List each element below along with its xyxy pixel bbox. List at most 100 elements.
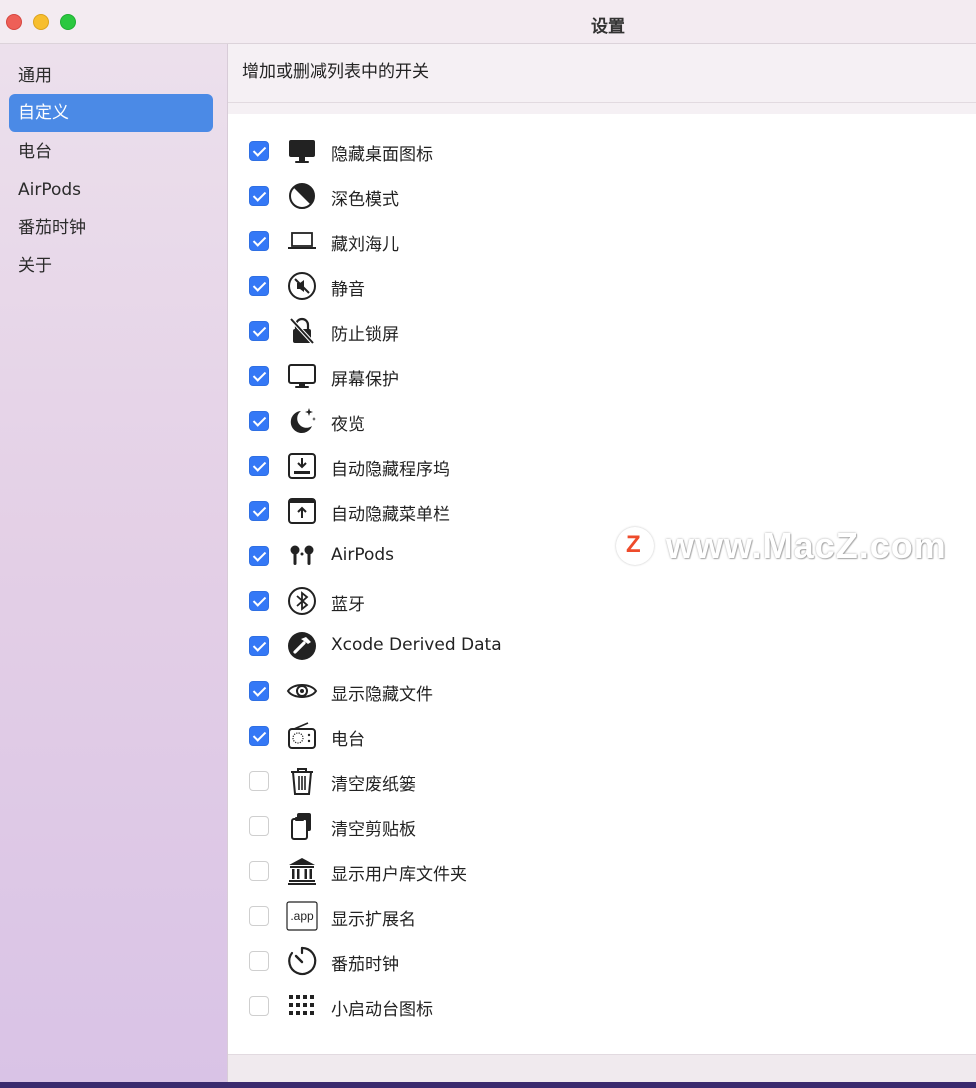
close-button[interactable] (6, 14, 22, 30)
item-checkbox[interactable] (249, 546, 269, 566)
sidebar-item-customize[interactable]: 自定义 (9, 94, 213, 132)
sidebar-item-general[interactable]: 通用 (9, 57, 213, 95)
item-checkbox[interactable] (249, 186, 269, 206)
lock-slash-icon (286, 315, 318, 347)
menubar-icon (286, 495, 318, 527)
settings-window: 设置 通用 自定义 电台 AirPods 番茄时钟 关于 增加或删减列表中的开关… (0, 0, 976, 1082)
zoom-button[interactable] (60, 14, 76, 30)
item-checkbox[interactable] (249, 366, 269, 386)
list-item: 屏幕保护 (228, 354, 976, 399)
item-label: 番茄时钟 (331, 955, 399, 975)
item-label: 蓝牙 (331, 595, 365, 615)
display-icon (286, 360, 318, 392)
list-item: 显示用户库文件夹 (228, 849, 976, 894)
library-icon (286, 855, 318, 887)
dock-icon (286, 450, 318, 482)
item-checkbox[interactable] (249, 231, 269, 251)
item-label: 电台 (331, 730, 365, 750)
list-item: 自动隐藏程序坞 (228, 444, 976, 489)
item-label: 静音 (331, 280, 365, 300)
item-checkbox[interactable] (249, 321, 269, 341)
item-checkbox[interactable] (249, 951, 269, 971)
item-checkbox[interactable] (249, 276, 269, 296)
list-item: 深色模式 (228, 174, 976, 219)
item-label: 深色模式 (331, 190, 399, 210)
list-item: 番茄时钟 (228, 939, 976, 984)
timer-icon (286, 945, 318, 977)
watermark-text: www.MacZ.com (666, 525, 947, 566)
list-item: 夜览 (228, 399, 976, 444)
item-checkbox[interactable] (249, 996, 269, 1016)
dark-mode-icon (286, 180, 318, 212)
desktop-icon (286, 135, 318, 167)
item-checkbox[interactable] (249, 141, 269, 161)
moon-stars-icon (286, 405, 318, 437)
app-extension-text: .app (290, 909, 314, 923)
mute-icon (286, 270, 318, 302)
app-extension-icon: .app (286, 900, 318, 932)
hammer-icon (286, 630, 318, 662)
window-title: 设置 (591, 17, 625, 37)
list-item: .app 显示扩展名 (228, 894, 976, 939)
eye-icon (286, 675, 318, 707)
toggle-list: 隐藏桌面图标 深色模式 藏刘海儿 静音 防止锁屏 屏幕保护 夜览 自动隐藏程序坞… (228, 114, 976, 1054)
item-label: 屏幕保护 (331, 370, 399, 390)
item-label: 隐藏桌面图标 (331, 145, 433, 165)
sidebar-item-about[interactable]: 关于 (9, 247, 213, 285)
minimize-button[interactable] (33, 14, 49, 30)
radio-icon (286, 720, 318, 752)
clipboard-icon (286, 810, 318, 842)
item-label: 自动隐藏程序坞 (331, 460, 450, 480)
list-item: 清空废纸篓 (228, 759, 976, 804)
airpods-icon (286, 540, 318, 572)
item-label: 显示扩展名 (331, 910, 416, 930)
item-label: 藏刘海儿 (331, 235, 399, 255)
item-label: Xcode Derived Data (331, 635, 502, 655)
laptop-icon (286, 225, 318, 257)
list-item: 静音 (228, 264, 976, 309)
list-item: 藏刘海儿 (228, 219, 976, 264)
section-heading: 增加或删减列表中的开关 (242, 62, 429, 82)
item-label: 显示隐藏文件 (331, 685, 433, 705)
list-item: 蓝牙 (228, 579, 976, 624)
list-item: 显示隐藏文件 (228, 669, 976, 714)
divider (228, 102, 976, 103)
item-checkbox[interactable] (249, 816, 269, 836)
item-label: 小启动台图标 (331, 1000, 433, 1020)
bottom-bar (228, 1054, 976, 1082)
item-checkbox[interactable] (249, 411, 269, 431)
item-label: 清空剪贴板 (331, 820, 416, 840)
item-checkbox[interactable] (249, 636, 269, 656)
list-item: 防止锁屏 (228, 309, 976, 354)
list-item: 小启动台图标 (228, 984, 976, 1029)
item-checkbox[interactable] (249, 771, 269, 791)
sidebar-item-airpods[interactable]: AirPods (9, 171, 213, 209)
sidebar-item-radio[interactable]: 电台 (9, 133, 213, 171)
watermark-logo: Z (616, 527, 654, 565)
list-item: 隐藏桌面图标 (228, 129, 976, 174)
item-checkbox[interactable] (249, 906, 269, 926)
watermark: Z www.MacZ.com (616, 525, 960, 566)
bluetooth-icon (286, 585, 318, 617)
item-label: 清空废纸篓 (331, 775, 416, 795)
item-checkbox[interactable] (249, 456, 269, 476)
watermark-logo-letter: Z (626, 531, 641, 558)
item-label: AirPods (331, 545, 395, 565)
item-label: 夜览 (331, 415, 365, 435)
sidebar: 通用 自定义 电台 AirPods 番茄时钟 关于 (0, 44, 228, 1082)
item-checkbox[interactable] (249, 591, 269, 611)
item-label: 自动隐藏菜单栏 (331, 505, 450, 525)
list-item: Xcode Derived Data (228, 624, 976, 669)
list-item: 清空剪贴板 (228, 804, 976, 849)
item-checkbox[interactable] (249, 861, 269, 881)
trash-icon (286, 765, 318, 797)
item-label: 防止锁屏 (331, 325, 399, 345)
sidebar-item-pomodoro[interactable]: 番茄时钟 (9, 209, 213, 247)
item-checkbox[interactable] (249, 501, 269, 521)
item-checkbox[interactable] (249, 726, 269, 746)
title-bar: 设置 (0, 0, 976, 44)
item-label: 显示用户库文件夹 (331, 865, 467, 885)
launchpad-grid-icon (286, 990, 318, 1022)
list-item: 电台 (228, 714, 976, 759)
item-checkbox[interactable] (249, 681, 269, 701)
